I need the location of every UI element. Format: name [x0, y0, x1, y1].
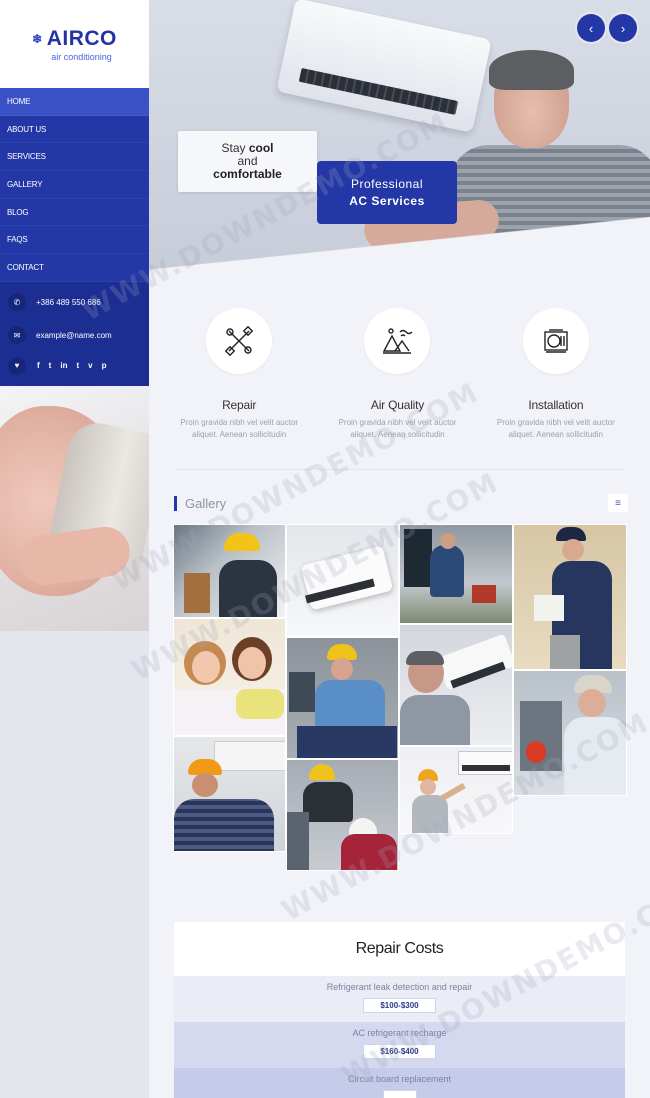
pinterest-icon[interactable]: p [102, 361, 107, 370]
hero-note: Stay cool and comfortable [178, 131, 317, 192]
nav-item-contact[interactable]: CONTACT [0, 254, 149, 282]
repair-costs: Repair Costs Refrigerant leak detection … [174, 922, 625, 1098]
snowflake-icon: ❄ [32, 31, 43, 46]
woman-ac-cleaning-photo[interactable] [399, 746, 513, 834]
features: Repair Proin gravida nibh vel velit auct… [160, 308, 635, 458]
nav-item-blog[interactable]: BLOG [0, 199, 149, 227]
vimeo-icon[interactable]: v [88, 361, 92, 370]
twitter-icon[interactable]: t [49, 361, 52, 370]
nav-item-home[interactable]: HOME [0, 88, 149, 116]
envelope-icon: ✉ [8, 326, 26, 345]
hand-remote-photo [0, 386, 149, 631]
technician-outdoor-unit-photo[interactable] [513, 670, 627, 796]
cost-item: Circuit board replacement [174, 1068, 625, 1098]
two-technicians-photo[interactable] [286, 759, 399, 871]
technician-clipboard-photo[interactable] [513, 524, 627, 670]
social-links: ♥ f t in t v p [0, 352, 149, 380]
chevron-left-icon: ‹ [588, 20, 594, 36]
mother-daughter-photo[interactable] [173, 618, 286, 736]
nav-item-faqs[interactable]: FAQS [0, 226, 149, 255]
tumblr-icon[interactable]: t [76, 361, 79, 370]
email-row[interactable]: ✉ example@name.com [0, 319, 149, 352]
cost-item: AC refrigerant recharge $160-$400 [174, 1022, 625, 1068]
air-quality-icon [364, 308, 431, 374]
gallery-header: Gallery ≡ [174, 494, 628, 512]
technician-kneeling-photo[interactable] [399, 524, 513, 624]
ac-unit-icon [522, 308, 589, 374]
wrench-cross-icon [206, 308, 273, 374]
cost-list: Refrigerant leak detection and repair $1… [174, 976, 625, 1098]
feature-installation: Installation Proin gravida nibh vel veli… [477, 308, 635, 458]
chevron-right-icon: › [620, 20, 626, 36]
phone-row[interactable]: ✆ +386 489 550 686 [0, 286, 149, 319]
technician-ceiling-unit-photo[interactable] [173, 736, 286, 852]
menu-icon[interactable]: ≡ [608, 494, 628, 512]
wall-ac-unit-photo[interactable] [286, 524, 399, 637]
linkedin-icon[interactable]: in [60, 361, 67, 370]
feature-repair: Repair Proin gravida nibh vel velit auct… [160, 308, 318, 458]
technician-wiring-photo[interactable] [173, 524, 286, 618]
nav-item-services[interactable]: SERVICES [0, 143, 149, 172]
hero-slider: Stay cool and comfortable Professional A… [149, 0, 650, 275]
price-tag: $100-$300 [363, 998, 436, 1013]
hero-cta-button[interactable]: Professional AC Services [317, 161, 457, 224]
logo[interactable]: ❄ AIRCO air conditioning [0, 0, 149, 88]
feature-air-quality: Air Quality Proin gravida nibh vel velit… [318, 308, 476, 458]
brand-name: AIRCO [46, 26, 117, 50]
price-tag: $160-$400 [363, 1044, 436, 1059]
email-address: example@name.com [36, 330, 112, 340]
nav-item-gallery[interactable]: GALLERY [0, 171, 149, 199]
phone-icon: ✆ [8, 293, 26, 312]
gallery-title: Gallery [174, 495, 226, 511]
cost-item: Refrigerant leak detection and repair $1… [174, 976, 625, 1022]
contact-box: ✆ +386 489 550 686 ✉ example@name.com ♥ … [0, 281, 149, 386]
section-divider [175, 469, 625, 470]
brand-tagline: air conditioning [51, 51, 112, 62]
nav-item-about-us[interactable]: ABOUT US [0, 116, 149, 144]
facebook-icon[interactable]: f [37, 361, 40, 370]
repair-costs-title: Repair Costs [355, 940, 444, 957]
heart-icon[interactable]: ♥ [8, 356, 26, 375]
phone-number: +386 489 550 686 [36, 297, 101, 307]
technician-ac-repair-photo[interactable] [399, 624, 513, 746]
price-tag [382, 1090, 417, 1098]
slider-next-button[interactable]: › [609, 14, 637, 42]
technician-hardhat-photo[interactable] [286, 637, 399, 759]
slider-prev-button[interactable]: ‹ [577, 14, 605, 42]
main-nav: HOME ABOUT US SERVICES GALLERY BLOG FAQS… [0, 88, 149, 282]
